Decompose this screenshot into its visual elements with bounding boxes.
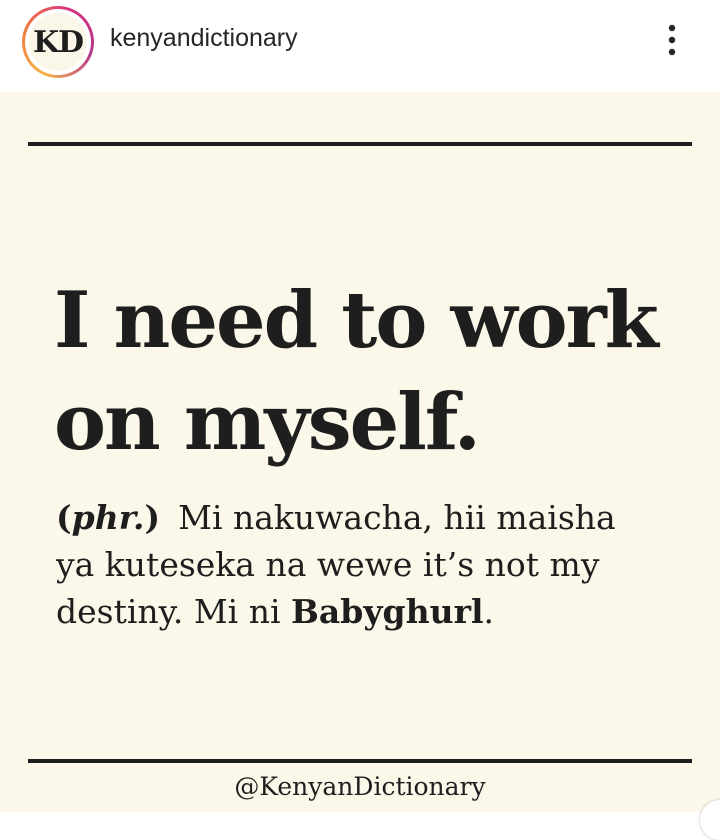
post-image[interactable]: I need to work on myself. (phr.) Mi nakuwa… xyxy=(0,92,720,812)
headword-line-1: I need to work xyxy=(54,275,659,366)
definition-text-3: destiny. Mi ni xyxy=(56,592,292,631)
avatar-logo: KD xyxy=(29,13,87,71)
top-divider xyxy=(28,142,692,146)
username-link[interactable]: kenyandictionary xyxy=(110,24,298,53)
account-handle: @KenyanDictionary xyxy=(234,772,486,801)
definition-text-1: Mi nakuwacha, hii maisha xyxy=(178,498,616,537)
definition-end: . xyxy=(483,592,495,631)
definition-text-2: ya kuteseka na wewe it’s not my xyxy=(56,545,600,584)
avatar-story-ring[interactable]: KD xyxy=(22,6,94,78)
definition-term: Babyghurl xyxy=(291,592,484,631)
headword-line-2: on myself. xyxy=(54,377,481,468)
definition: (phr.) Mi nakuwacha, hii maisha ya kutesek… xyxy=(56,494,696,635)
bottom-divider xyxy=(28,759,692,763)
avatar[interactable]: KD xyxy=(25,9,91,75)
dictionary-headword: I need to work on myself. xyxy=(54,270,694,474)
part-of-speech-label: phr. xyxy=(71,498,145,537)
part-of-speech: (phr.) xyxy=(56,498,161,537)
more-vertical-icon[interactable] xyxy=(660,22,684,58)
post-header: KD kenyandictionary xyxy=(0,0,720,90)
